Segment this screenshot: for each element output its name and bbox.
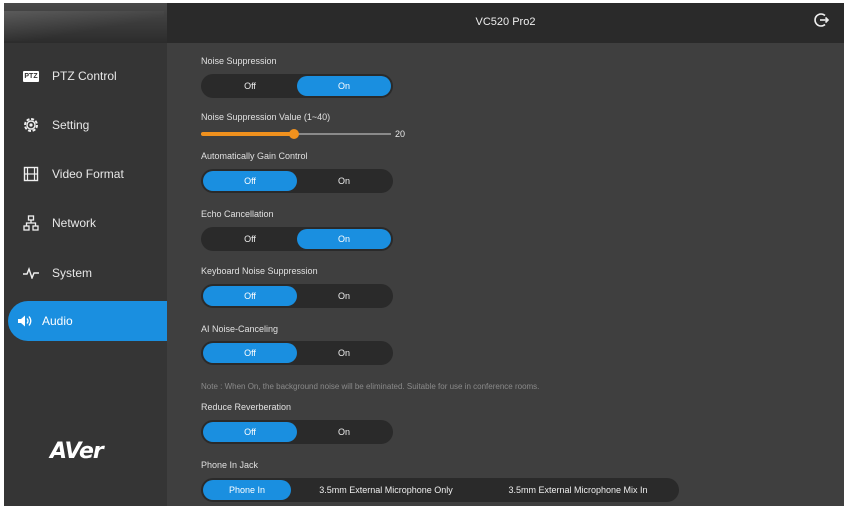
reduce-reverberation-on[interactable]: On [297,422,391,442]
sidebar-item-video-format[interactable]: Video Format [4,154,167,194]
noise-suppression-value-label: Noise Suppression Value (1~40) [201,112,331,122]
aver-logo: AVer [50,439,104,464]
sidebar-item-ptz-control[interactable]: PTZ PTZ Control [4,56,167,96]
sidebar-item-label: Video Format [52,167,124,181]
reduce-reverberation-toggle: Off On [201,420,393,444]
logout-icon[interactable] [814,12,830,28]
reduce-reverberation-label: Reduce Reverberation [201,402,292,412]
echo-cancellation-toggle: Off On [201,227,393,251]
network-icon [22,214,40,232]
ai-noise-canceling-off[interactable]: Off [203,343,297,363]
top-bar: VC520 Pro2 [167,3,844,43]
ptz-icon: PTZ [23,70,39,82]
noise-suppression-on[interactable]: On [297,76,391,96]
echo-cancellation-off[interactable]: Off [203,229,297,249]
phone-in-option[interactable]: Phone In [203,480,291,500]
noise-suppression-slider[interactable] [201,129,391,139]
noise-suppression-value: 20 [395,129,406,139]
sidebar-item-network[interactable]: Network [4,203,167,243]
external-mic-only-option[interactable]: 3.5mm External Microphone Only [291,480,481,500]
audio-settings-panel: Noise Suppression Off On Noise Suppressi… [167,43,844,506]
sidebar: PTZ PTZ Control Setting Video Format Net… [4,3,173,506]
sidebar-item-system[interactable]: System [4,253,167,293]
echo-cancellation-label: Echo Cancellation [201,209,274,219]
ai-noise-canceling-toggle: Off On [201,341,393,365]
agc-toggle: Off On [201,169,393,193]
gear-icon [22,116,40,134]
ai-noise-canceling-label: AI Noise-Canceling [201,324,279,334]
keyboard-noise-suppression-off[interactable]: Off [203,286,297,306]
ai-noise-canceling-note: Note : When On, the background noise wil… [201,382,540,391]
device-title: VC520 Pro2 [475,16,536,28]
external-mic-mix-in-option[interactable]: 3.5mm External Microphone Mix In [481,480,675,500]
sidebar-item-label: Network [52,216,97,230]
sidebar-item-setting[interactable]: Setting [4,105,167,145]
keyboard-noise-suppression-label: Keyboard Noise Suppression [201,266,318,276]
slider-handle[interactable] [289,129,299,139]
noise-suppression-label: Noise Suppression [201,56,277,66]
noise-suppression-off[interactable]: Off [203,76,297,96]
sidebar-item-label: Setting [52,118,90,132]
sidebar-item-label: Audio [42,314,73,328]
phone-in-jack-selector: Phone In 3.5mm External Microphone Only … [201,478,679,502]
agc-off[interactable]: Off [203,171,297,191]
sidebar-item-label: System [52,266,93,280]
phone-in-jack-label: Phone In Jack [201,460,259,470]
sidebar-item-label: PTZ Control [52,69,117,83]
agc-on[interactable]: On [297,171,391,191]
noise-suppression-toggle: Off On [201,74,393,98]
sidebar-item-audio[interactable]: Audio [8,301,173,341]
film-icon [22,165,40,183]
keyboard-noise-suppression-toggle: Off On [201,284,393,308]
echo-cancellation-on[interactable]: On [297,229,391,249]
keyboard-noise-suppression-on[interactable]: On [297,286,391,306]
reduce-reverberation-off[interactable]: Off [203,422,297,442]
slider-fill [201,132,294,136]
pulse-icon [22,264,40,282]
agc-label: Automatically Gain Control [201,151,308,161]
ai-noise-canceling-on[interactable]: On [297,343,391,363]
sidebar-header [4,3,167,43]
speaker-icon [16,312,34,330]
